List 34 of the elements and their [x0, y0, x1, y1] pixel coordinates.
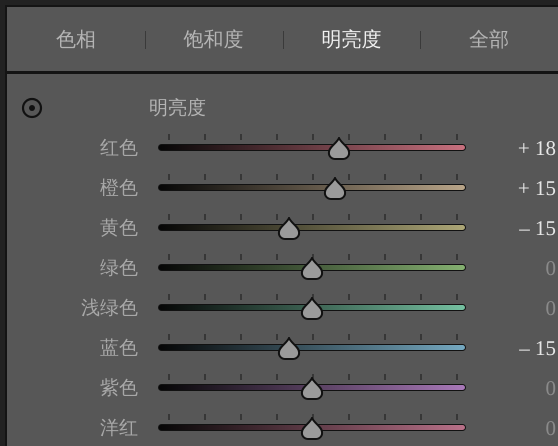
slider-track[interactable]: [158, 424, 466, 431]
slider-thumb[interactable]: [300, 417, 324, 441]
slider-label: 蓝色: [100, 336, 138, 361]
tab[interactable]: 明亮度: [317, 24, 386, 54]
slider-label: 浅绿色: [81, 296, 138, 321]
slider-label: 紫色: [100, 376, 138, 401]
slider-track[interactable]: [158, 224, 466, 231]
slider-thumb[interactable]: [277, 337, 302, 361]
slider-value: – 15: [519, 216, 556, 240]
slider-track[interactable]: [158, 384, 466, 391]
slider-label: 黄色: [100, 216, 138, 241]
slider-track[interactable]: [158, 304, 466, 311]
slider-thumb[interactable]: [300, 377, 324, 401]
tab[interactable]: 饱和度: [180, 24, 248, 54]
slider-track[interactable]: [158, 264, 466, 271]
slider-label: 绿色: [100, 256, 138, 281]
slider-track[interactable]: [158, 144, 466, 151]
slider-value: + 18: [518, 136, 556, 160]
slider-label: 橙色: [100, 176, 138, 201]
tab[interactable]: 全部: [465, 24, 514, 54]
slider-thumb[interactable]: [300, 257, 324, 281]
slider-thumb[interactable]: [300, 297, 324, 321]
slider-value: + 15: [518, 176, 556, 200]
tab[interactable]: 色相: [52, 24, 100, 54]
target-icon[interactable]: [21, 97, 43, 119]
slider-thumb[interactable]: [322, 177, 347, 201]
slider-track[interactable]: [158, 344, 466, 351]
slider-value: – 15: [519, 336, 556, 360]
slider-thumb[interactable]: [277, 217, 302, 241]
slider-thumb[interactable]: [327, 137, 352, 161]
slider-label: 洋红: [100, 416, 138, 441]
slider-label: 红色: [100, 136, 138, 161]
section-title: 明亮度: [149, 96, 206, 121]
slider-track[interactable]: [158, 184, 466, 191]
